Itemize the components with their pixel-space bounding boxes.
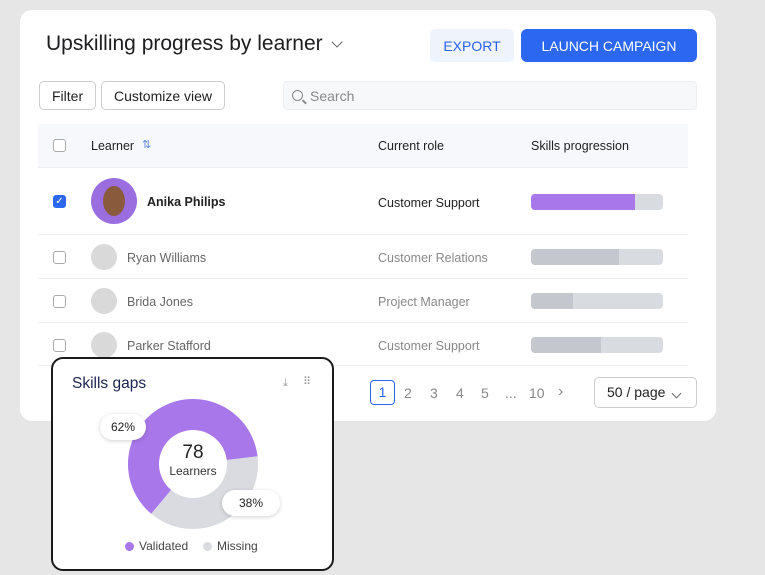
progress-fill: [531, 194, 636, 210]
progress-bar: [531, 293, 663, 309]
avatar: [91, 178, 137, 224]
missing-percent-label: 38%: [222, 490, 280, 516]
legend-label: Missing: [217, 539, 258, 553]
page-ellipsis: ...: [505, 385, 517, 401]
filter-button[interactable]: Filter: [39, 81, 97, 110]
table-header: Learner ⇅ Current role Skills progressio…: [38, 124, 688, 167]
table-row[interactable]: ✓ Anika Philips Customer Support: [38, 167, 688, 234]
table-row[interactable]: Ryan Williams Customer Relations: [38, 234, 688, 278]
page-3-button[interactable]: 3: [430, 385, 438, 401]
row-checkbox[interactable]: [53, 339, 66, 352]
learner-name: Anika Philips: [147, 195, 226, 209]
chevron-down-icon: [671, 388, 682, 399]
page-10-button[interactable]: 10: [529, 385, 545, 401]
learner-role: Customer Support: [378, 196, 480, 210]
validated-percent-label: 62%: [100, 414, 146, 440]
progress-fill: [531, 293, 574, 309]
customize-view-button[interactable]: Customize view: [101, 81, 226, 110]
legend-label: Validated: [139, 539, 189, 553]
skills-gaps-widget: Skills gaps ⤓ ⠿ 78 Learners 62% 38% Vali…: [51, 357, 334, 571]
learner-name: Ryan Williams: [127, 251, 207, 265]
learner-role: Project Manager: [378, 295, 470, 309]
chevron-down-icon: [330, 35, 343, 48]
select-all-checkbox[interactable]: [53, 139, 66, 152]
row-checkbox[interactable]: [53, 251, 66, 264]
page-title[interactable]: Upskilling progress by learner: [46, 32, 343, 56]
center-value: 78: [182, 442, 204, 463]
center-label: Learners: [169, 464, 217, 478]
column-learner[interactable]: Learner: [91, 139, 134, 153]
page-2-button[interactable]: 2: [404, 385, 412, 401]
learner-name: Brida Jones: [127, 295, 194, 309]
missing-dot: [203, 541, 212, 551]
launch-campaign-button[interactable]: LAUNCH CAMPAIGN: [521, 29, 697, 62]
download-icon[interactable]: ⤓: [283, 377, 288, 390]
column-skills-progression: Skills progression: [531, 139, 629, 153]
search-input[interactable]: [310, 87, 660, 104]
chevron-right-icon[interactable]: ›: [558, 383, 563, 401]
avatar: [91, 332, 117, 358]
learner-role: Customer Relations: [378, 251, 488, 265]
column-current-role: Current role: [378, 139, 444, 153]
widget-title: Skills gaps: [72, 375, 147, 392]
page-4-button[interactable]: 4: [456, 385, 464, 401]
sort-icon[interactable]: ⇅: [142, 138, 151, 151]
progress-bar: [531, 194, 663, 210]
progress-bar: [531, 249, 663, 265]
row-checkbox[interactable]: [53, 295, 66, 308]
validated-dot: [125, 541, 134, 551]
progress-fill: [531, 249, 620, 265]
per-page-select[interactable]: 50 / page: [594, 377, 697, 408]
avatar: [91, 244, 117, 270]
legend-validated: Validated: [125, 539, 188, 553]
progress-fill: [531, 337, 601, 353]
progress-bar: [531, 337, 663, 353]
avatar: [91, 288, 117, 314]
learner-name: Parker Stafford: [127, 339, 211, 353]
page-1-button[interactable]: 1: [370, 380, 395, 405]
legend-missing: Missing: [203, 539, 258, 553]
search-icon: [292, 90, 303, 101]
search-field[interactable]: [283, 81, 697, 110]
per-page-value: 50 / page: [607, 384, 666, 400]
page-5-button[interactable]: 5: [481, 385, 489, 401]
row-checkbox[interactable]: ✓: [53, 195, 66, 208]
table-row[interactable]: Brida Jones Project Manager: [38, 278, 688, 322]
title-text: Upskilling progress by learner: [46, 32, 323, 55]
drag-handle-icon[interactable]: ⠿: [303, 375, 311, 388]
learner-role: Customer Support: [378, 339, 480, 353]
export-button[interactable]: EXPORT: [430, 29, 514, 62]
